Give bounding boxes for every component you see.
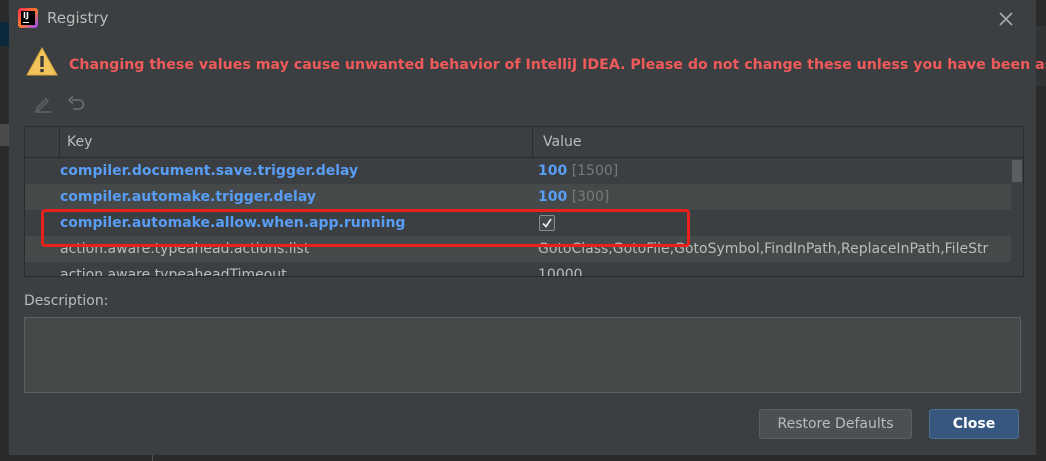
- checkmark-icon: [542, 218, 552, 228]
- description-area: [24, 317, 1021, 393]
- registry-dialog: IJ Registry Changing these values may ca…: [9, 0, 1046, 455]
- title-bar: IJ Registry: [9, 0, 1036, 36]
- table-row[interactable]: action.aware.typeaheadTimeout 10000: [25, 262, 1011, 277]
- table-row[interactable]: compiler.automake.allow.when.app.running: [25, 210, 1011, 236]
- revert-icon[interactable]: [66, 94, 86, 114]
- close-icon[interactable]: [994, 7, 1018, 31]
- row-value[interactable]: 100 [1500]: [538, 163, 618, 179]
- warning-icon: [25, 46, 59, 78]
- registry-table: Key Value compiler.document.save.trigger…: [24, 126, 1024, 277]
- background-editor-edge-left: [0, 0, 9, 461]
- description-label: Description:: [24, 293, 109, 309]
- table-row[interactable]: compiler.automake.trigger.delay 100 [300…: [25, 184, 1011, 210]
- row-key: compiler.automake.allow.when.app.running: [60, 215, 406, 231]
- scrollbar-thumb[interactable]: [1012, 160, 1022, 182]
- column-header-key[interactable]: Key: [67, 134, 92, 150]
- window-title: Registry: [47, 9, 109, 27]
- row-key: action.aware.typeaheadTimeout: [60, 267, 287, 277]
- value-checkbox[interactable]: [539, 215, 555, 231]
- row-value[interactable]: 100 [300]: [538, 189, 609, 205]
- row-value[interactable]: 10000: [538, 267, 583, 276]
- table-row[interactable]: compiler.document.save.trigger.delay 100…: [25, 158, 1011, 184]
- vertical-scrollbar[interactable]: [1011, 158, 1023, 276]
- warning-message: Changing these values may cause unwanted…: [69, 57, 1046, 73]
- edit-icon[interactable]: [33, 94, 53, 114]
- row-key: compiler.automake.trigger.delay: [60, 189, 316, 205]
- column-header-value[interactable]: Value: [543, 134, 581, 150]
- row-key: action.aware.typeahead.actions.list: [60, 241, 310, 257]
- close-button[interactable]: Close: [929, 409, 1019, 439]
- background-editor-edge-bottom: [0, 455, 1046, 461]
- table-row[interactable]: action.aware.typeahead.actions.list Goto…: [25, 236, 1011, 262]
- row-value[interactable]: GotoClass,GotoFile,GotoSymbol,FindInPath…: [538, 241, 988, 257]
- row-key: compiler.document.save.trigger.delay: [60, 163, 359, 179]
- table-body: compiler.document.save.trigger.delay 100…: [25, 158, 1011, 276]
- intellij-logo-icon: IJ: [18, 8, 38, 28]
- table-header: Key Value: [25, 127, 1023, 158]
- restore-defaults-button[interactable]: Restore Defaults: [759, 409, 912, 439]
